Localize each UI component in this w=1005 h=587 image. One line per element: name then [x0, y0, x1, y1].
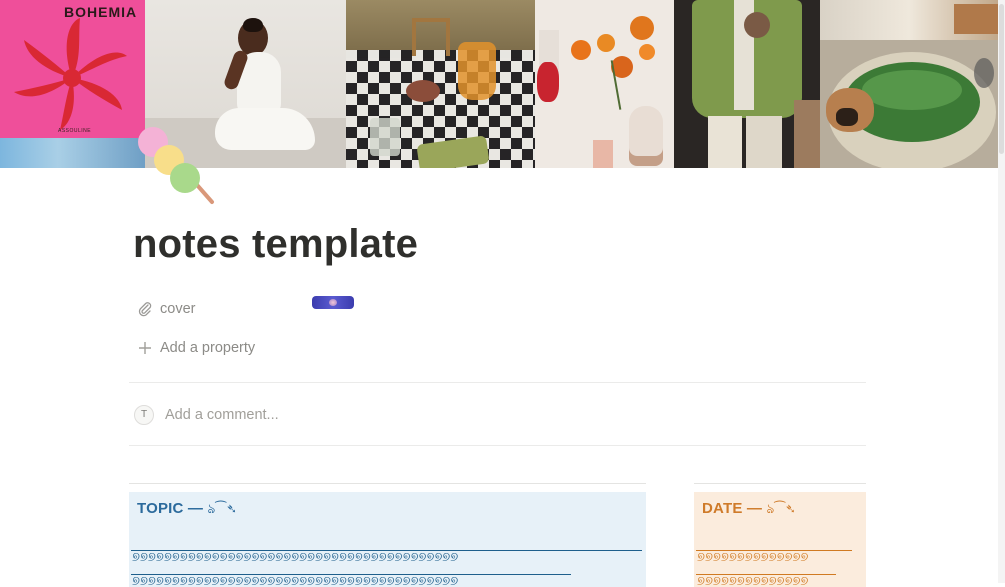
cover-image-orange-flowers [535, 0, 674, 168]
add-property-label: Add a property [160, 340, 256, 356]
topic-heading: TOPIC — ঌ⁀➴ [137, 500, 237, 521]
cover-image-bohemia-book: BOHEMIA ASSOULINE [0, 0, 145, 168]
column-divider [129, 483, 646, 484]
cover-image-picnic [346, 0, 535, 168]
book-publisher: ASSOULINE [58, 128, 92, 134]
wave-border-bottom: ୭୭୭୭୭୭୭୭୭୭୭୭୭୭୭୭୭୭୭୭୭୭୭୭୭୭୭୭୭୭୭୭୭୭୭୭୭୭୭୭… [132, 575, 459, 587]
cover-file-thumbnail[interactable] [312, 296, 354, 309]
scrollbar-thumb[interactable] [999, 4, 1004, 154]
scrollbar[interactable] [998, 0, 1005, 583]
topic-callout[interactable]: TOPIC — ঌ⁀➴ ୭୭୭୭୭୭୭୭୭୭୭୭୭୭୭୭୭୭୭୭୭୭୭୭୭୭୭୭… [129, 492, 646, 587]
page-title[interactable]: notes template [133, 222, 418, 267]
comment-input[interactable]: Add a comment... [165, 407, 279, 423]
dango-icon[interactable] [134, 126, 218, 208]
add-property-button[interactable]: Add a property [136, 336, 255, 360]
wave-border-bottom: ୭୭୭୭୭୭୭୭୭୭୭୭୭୭ [697, 575, 809, 587]
date-label: DATE — [702, 500, 763, 517]
date-heading: DATE — ঌ⁀➴ [702, 500, 796, 521]
date-callout[interactable]: DATE — ঌ⁀➴ ୭୭୭୭୭୭୭୭୭୭୭୭୭୭ ୭୭୭୭୭୭୭୭୭୭୭୭୭୭ [694, 492, 866, 587]
property-cover[interactable]: cover [136, 297, 195, 321]
cover-image-dog-in-planter [820, 0, 998, 168]
topic-decoration: ঌ⁀➴ [207, 502, 238, 517]
column-divider [694, 483, 866, 484]
cover-image-green-jacket [674, 0, 820, 168]
book-title: BOHEMIA [64, 4, 138, 20]
wave-border-top: ୭୭୭୭୭୭୭୭୭୭୭୭୭୭୭୭୭୭୭୭୭୭୭୭୭୭୭୭୭୭୭୭୭୭୭୭୭୭୭୭… [132, 551, 459, 565]
wave-border-top: ୭୭୭୭୭୭୭୭୭୭୭୭୭୭ [697, 551, 809, 565]
divider [129, 382, 866, 383]
date-decoration: ঌ⁀➴ [766, 502, 797, 517]
avatar: T [134, 405, 154, 425]
topic-label: TOPIC — [137, 500, 204, 517]
divider [129, 445, 866, 446]
plus-icon [136, 339, 154, 357]
paperclip-icon [136, 300, 154, 318]
property-name-cover: cover [160, 301, 196, 317]
